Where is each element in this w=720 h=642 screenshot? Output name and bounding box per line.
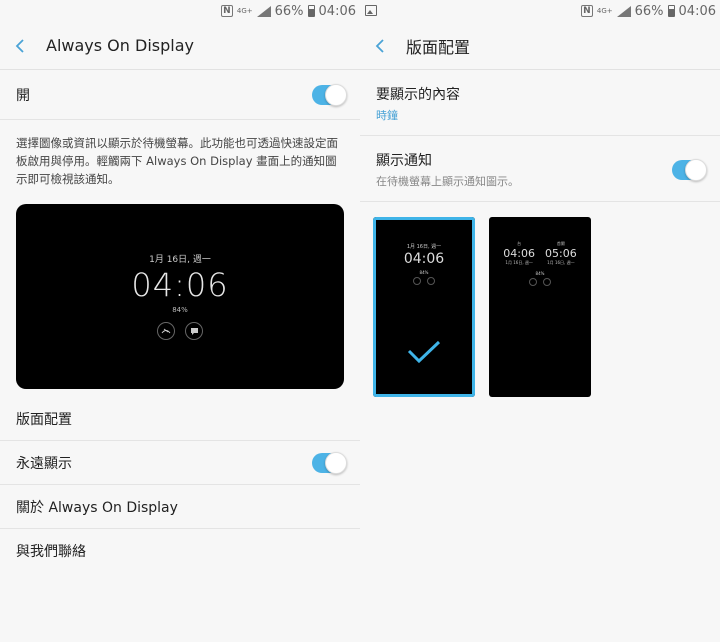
toggle-knob <box>685 158 707 181</box>
content-to-show-label: 要顯示的內容 <box>376 87 460 103</box>
dual-clock: 台 04:06 1月 16日, 週一 首爾 05:06 1月 16日, 週一 <box>489 241 591 266</box>
dual-right-date: 1月 16日, 週一 <box>547 260 575 265</box>
always-on-display-screen: N 4G+ 66% 04:06 Always On Display 開 選擇圖像… <box>0 0 360 642</box>
preview-battery: 84% <box>172 306 188 314</box>
missed-call-icon <box>413 277 421 285</box>
always-show-label: 永遠顯示 <box>16 455 72 472</box>
layout-option-dual-clock[interactable]: 台 04:06 1月 16日, 週一 首爾 05:06 1月 16日, 週一 8… <box>489 217 591 397</box>
layout-options: 1月 16日, 週一 04:06 84% 台 04:06 1月 16日, 週一 … <box>360 202 720 397</box>
dual-left-date: 1月 16日, 週一 <box>505 260 533 265</box>
battery-icon <box>667 5 675 17</box>
header: 版面配置 <box>360 22 720 70</box>
thumb-icons <box>373 277 475 285</box>
signal-icon <box>616 5 631 17</box>
contact-item[interactable]: 與我們聯絡 <box>0 529 360 573</box>
layout-option-single-clock[interactable]: 1月 16日, 週一 04:06 84% <box>373 217 475 397</box>
dual-right-time: 05:06 <box>545 247 577 260</box>
toggle-knob <box>325 83 347 106</box>
header: Always On Display <box>0 22 360 70</box>
dual-left-time: 04:06 <box>503 247 535 260</box>
about-item-label: 關於 Always On Display <box>16 499 178 516</box>
layout-item[interactable]: 版面配置 <box>0 397 360 441</box>
back-arrow-icon[interactable] <box>374 38 390 54</box>
nfc-icon: N <box>580 5 593 17</box>
show-notification-label: 顯示通知 <box>376 153 432 169</box>
missed-call-icon <box>529 278 537 286</box>
message-icon <box>185 322 203 340</box>
master-switch-row[interactable]: 開 <box>0 70 360 120</box>
show-notification-row[interactable]: 顯示通知 在待機螢幕上顯示通知圖示。 <box>360 136 720 202</box>
description-text: 選擇圖像或資訊以顯示於待機螢幕。此功能也可透過快速設定面板啟用與停用。輕觸兩下 … <box>16 136 338 186</box>
battery-percent: 66% <box>634 3 664 19</box>
status-time: 04:06 <box>678 3 716 19</box>
image-notification-icon <box>365 5 377 16</box>
show-notification-desc: 在待機螢幕上顯示通知圖示。 <box>376 175 519 188</box>
message-icon <box>427 277 435 285</box>
layout-screen: N 4G+ 66% 04:06 版面配置 要顯示的內容 時鐘 顯示通知 在待機螢… <box>360 0 720 642</box>
battery-percent: 66% <box>274 3 304 19</box>
master-toggle[interactable] <box>312 83 347 106</box>
network-type: 4G+ <box>596 6 613 15</box>
preview-notification-icons <box>16 322 344 340</box>
page-title: Always On Display <box>46 36 194 55</box>
aod-preview: 1月 16日, 週一 04:06 84% <box>16 204 344 389</box>
status-bar: N 4G+ 66% 04:06 <box>0 0 360 22</box>
thumb-battery: 84% <box>419 270 429 275</box>
checkmark-icon <box>407 340 441 364</box>
thumb-battery: 84% <box>535 271 545 276</box>
signal-icon <box>256 5 271 17</box>
always-show-toggle[interactable] <box>312 451 347 474</box>
battery-icon <box>307 5 315 17</box>
master-switch-label: 開 <box>16 87 30 104</box>
preview-clock: 04:06 <box>131 266 229 304</box>
content-to-show-value: 時鐘 <box>376 109 398 122</box>
back-arrow-icon[interactable] <box>14 38 30 54</box>
about-item[interactable]: 關於 Always On Display <box>0 485 360 529</box>
thumb-date: 1月 16日, 週一 <box>406 244 442 250</box>
page-title: 版面配置 <box>406 37 471 57</box>
always-show-item[interactable]: 永遠顯示 <box>0 441 360 485</box>
content-to-show-row[interactable]: 要顯示的內容 時鐘 <box>360 70 720 136</box>
dual-clock-left: 台 04:06 1月 16日, 週一 <box>503 241 535 266</box>
dual-clock-right: 首爾 05:06 1月 16日, 週一 <box>545 241 577 266</box>
nfc-icon: N <box>220 5 233 17</box>
thumb-icons <box>489 278 591 286</box>
network-type: 4G+ <box>236 6 253 15</box>
toggle-knob <box>325 451 347 474</box>
contact-item-label: 與我們聯絡 <box>16 544 86 560</box>
message-icon <box>543 278 551 286</box>
missed-call-icon <box>157 322 175 340</box>
status-time: 04:06 <box>318 3 356 19</box>
layout-item-label: 版面配置 <box>16 411 72 428</box>
preview-date: 1月 16日, 週一 <box>149 255 211 265</box>
thumb-clock: 04:06 <box>403 251 445 267</box>
show-notification-toggle[interactable] <box>672 158 707 181</box>
status-bar: N 4G+ 66% 04:06 <box>360 0 720 22</box>
